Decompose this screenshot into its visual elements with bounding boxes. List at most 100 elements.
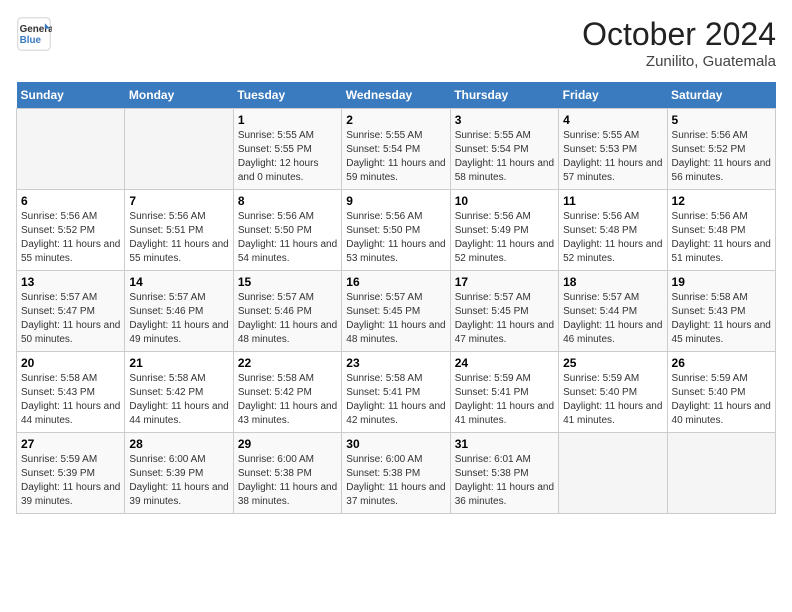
calendar-cell: 28 Sunrise: 6:00 AM Sunset: 5:39 PM Dayli…	[125, 433, 233, 514]
day-info: Sunrise: 5:55 AM Sunset: 5:55 PM Dayligh…	[238, 129, 337, 185]
calendar-week-row: 6 Sunrise: 5:56 AM Sunset: 5:52 PM Daylig…	[17, 190, 776, 271]
page-header: General Blue October 2024 Zunilito, Guat…	[16, 16, 776, 70]
day-info: Sunrise: 5:55 AM Sunset: 5:53 PM Dayligh…	[563, 129, 662, 185]
day-number: 11	[563, 194, 662, 208]
calendar-cell: 27 Sunrise: 5:59 AM Sunset: 5:39 PM Dayli…	[17, 433, 125, 514]
calendar-week-row: 27 Sunrise: 5:59 AM Sunset: 5:39 PM Dayli…	[17, 433, 776, 514]
calendar-cell	[17, 109, 125, 190]
day-info: Sunrise: 5:57 AM Sunset: 5:45 PM Dayligh…	[455, 291, 554, 347]
day-number: 20	[21, 356, 120, 370]
calendar-cell: 14 Sunrise: 5:57 AM Sunset: 5:46 PM Dayli…	[125, 271, 233, 352]
calendar-cell: 21 Sunrise: 5:58 AM Sunset: 5:42 PM Dayli…	[125, 352, 233, 433]
day-number: 4	[563, 113, 662, 127]
day-info: Sunrise: 5:57 AM Sunset: 5:46 PM Dayligh…	[129, 291, 228, 347]
day-info: Sunrise: 5:59 AM Sunset: 5:39 PM Dayligh…	[21, 453, 120, 509]
day-info: Sunrise: 5:58 AM Sunset: 5:41 PM Dayligh…	[346, 372, 445, 428]
title-block: October 2024 Zunilito, Guatemala	[582, 16, 776, 70]
weekday-header-tuesday: Tuesday	[233, 82, 341, 109]
day-info: Sunrise: 5:56 AM Sunset: 5:52 PM Dayligh…	[21, 210, 120, 266]
calendar-cell: 19 Sunrise: 5:58 AM Sunset: 5:43 PM Dayli…	[667, 271, 775, 352]
day-number: 14	[129, 275, 228, 289]
calendar-cell: 15Sunrise: 5:57 AM Sunset: 5:46 PM Dayli…	[233, 271, 341, 352]
weekday-header-sunday: Sunday	[17, 82, 125, 109]
calendar-table: SundayMondayTuesdayWednesdayThursdayFrid…	[16, 82, 776, 514]
day-number: 25	[563, 356, 662, 370]
day-number: 6	[21, 194, 120, 208]
day-info: Sunrise: 5:58 AM Sunset: 5:42 PM Dayligh…	[238, 372, 337, 428]
day-number: 30	[346, 437, 445, 451]
day-number: 3	[455, 113, 554, 127]
day-info: Sunrise: 5:58 AM Sunset: 5:42 PM Dayligh…	[129, 372, 228, 428]
day-number: 2	[346, 113, 445, 127]
day-info: Sunrise: 5:59 AM Sunset: 5:40 PM Dayligh…	[672, 372, 771, 428]
day-number: 1	[238, 113, 337, 127]
day-info: Sunrise: 5:59 AM Sunset: 5:41 PM Dayligh…	[455, 372, 554, 428]
day-number: 28	[129, 437, 228, 451]
day-number: 19	[672, 275, 771, 289]
day-number: 24	[455, 356, 554, 370]
calendar-cell: 22 Sunrise: 5:58 AM Sunset: 5:42 PM Dayli…	[233, 352, 341, 433]
day-info: Sunrise: 5:55 AM Sunset: 5:54 PM Dayligh…	[346, 129, 445, 185]
day-number: 21	[129, 356, 228, 370]
day-info: Sunrise: 5:56 AM Sunset: 5:49 PM Dayligh…	[455, 210, 554, 266]
day-number: 23	[346, 356, 445, 370]
day-info: Sunrise: 5:58 AM Sunset: 5:43 PM Dayligh…	[672, 291, 771, 347]
weekday-header-thursday: Thursday	[450, 82, 558, 109]
svg-text:Blue: Blue	[20, 35, 42, 46]
calendar-week-row: 13 Sunrise: 5:57 AM Sunset: 5:47 PM Dayli…	[17, 271, 776, 352]
day-number: 26	[672, 356, 771, 370]
calendar-cell: 18Sunrise: 5:57 AM Sunset: 5:44 PM Dayli…	[559, 271, 667, 352]
day-number: 7	[129, 194, 228, 208]
calendar-cell: 13 Sunrise: 5:57 AM Sunset: 5:47 PM Dayli…	[17, 271, 125, 352]
weekday-header-friday: Friday	[559, 82, 667, 109]
day-info: Sunrise: 6:00 AM Sunset: 5:38 PM Dayligh…	[346, 453, 445, 509]
calendar-cell: 3Sunrise: 5:55 AM Sunset: 5:54 PM Daylig…	[450, 109, 558, 190]
day-info: Sunrise: 5:56 AM Sunset: 5:52 PM Dayligh…	[672, 129, 771, 185]
day-info: Sunrise: 5:56 AM Sunset: 5:50 PM Dayligh…	[346, 210, 445, 266]
calendar-cell: 16 Sunrise: 5:57 AM Sunset: 5:45 PM Dayli…	[342, 271, 450, 352]
page-title: October 2024	[582, 16, 776, 53]
weekday-header-row: SundayMondayTuesdayWednesdayThursdayFrid…	[17, 82, 776, 109]
day-number: 18	[563, 275, 662, 289]
calendar-cell: 7 Sunrise: 5:56 AM Sunset: 5:51 PM Daylig…	[125, 190, 233, 271]
page-subtitle: Zunilito, Guatemala	[582, 53, 776, 70]
day-number: 16	[346, 275, 445, 289]
calendar-cell: 29Sunrise: 6:00 AM Sunset: 5:38 PM Dayli…	[233, 433, 341, 514]
weekday-header-monday: Monday	[125, 82, 233, 109]
calendar-cell: 1 Sunrise: 5:55 AM Sunset: 5:55 PM Daylig…	[233, 109, 341, 190]
calendar-cell: 23 Sunrise: 5:58 AM Sunset: 5:41 PM Dayli…	[342, 352, 450, 433]
day-info: Sunrise: 5:56 AM Sunset: 5:51 PM Dayligh…	[129, 210, 228, 266]
weekday-header-saturday: Saturday	[667, 82, 775, 109]
day-info: Sunrise: 5:56 AM Sunset: 5:48 PM Dayligh…	[672, 210, 771, 266]
day-info: Sunrise: 5:57 AM Sunset: 5:45 PM Dayligh…	[346, 291, 445, 347]
calendar-cell	[125, 109, 233, 190]
day-number: 5	[672, 113, 771, 127]
day-info: Sunrise: 5:57 AM Sunset: 5:46 PM Dayligh…	[238, 291, 337, 347]
day-info: Sunrise: 6:00 AM Sunset: 5:39 PM Dayligh…	[129, 453, 228, 509]
calendar-cell: 2 Sunrise: 5:55 AM Sunset: 5:54 PM Daylig…	[342, 109, 450, 190]
calendar-cell: 4 Sunrise: 5:55 AM Sunset: 5:53 PM Daylig…	[559, 109, 667, 190]
day-number: 8	[238, 194, 337, 208]
calendar-cell	[559, 433, 667, 514]
calendar-cell: 5 Sunrise: 5:56 AM Sunset: 5:52 PM Daylig…	[667, 109, 775, 190]
calendar-week-row: 20 Sunrise: 5:58 AM Sunset: 5:43 PM Dayli…	[17, 352, 776, 433]
day-info: Sunrise: 5:56 AM Sunset: 5:48 PM Dayligh…	[563, 210, 662, 266]
weekday-header-wednesday: Wednesday	[342, 82, 450, 109]
day-info: Sunrise: 6:01 AM Sunset: 5:38 PM Dayligh…	[455, 453, 554, 509]
calendar-cell: 31 Sunrise: 6:01 AM Sunset: 5:38 PM Dayli…	[450, 433, 558, 514]
calendar-cell: 25Sunrise: 5:59 AM Sunset: 5:40 PM Dayli…	[559, 352, 667, 433]
calendar-cell: 30 Sunrise: 6:00 AM Sunset: 5:38 PM Dayli…	[342, 433, 450, 514]
day-info: Sunrise: 5:57 AM Sunset: 5:47 PM Dayligh…	[21, 291, 120, 347]
day-number: 22	[238, 356, 337, 370]
calendar-cell: 24 Sunrise: 5:59 AM Sunset: 5:41 PM Dayli…	[450, 352, 558, 433]
day-number: 29	[238, 437, 337, 451]
calendar-cell: 26 Sunrise: 5:59 AM Sunset: 5:40 PM Dayli…	[667, 352, 775, 433]
day-number: 27	[21, 437, 120, 451]
calendar-cell: 17Sunrise: 5:57 AM Sunset: 5:45 PM Dayli…	[450, 271, 558, 352]
day-number: 31	[455, 437, 554, 451]
day-number: 12	[672, 194, 771, 208]
day-info: Sunrise: 5:56 AM Sunset: 5:50 PM Dayligh…	[238, 210, 337, 266]
calendar-cell: 11 Sunrise: 5:56 AM Sunset: 5:48 PM Dayli…	[559, 190, 667, 271]
day-info: Sunrise: 5:58 AM Sunset: 5:43 PM Dayligh…	[21, 372, 120, 428]
day-number: 13	[21, 275, 120, 289]
